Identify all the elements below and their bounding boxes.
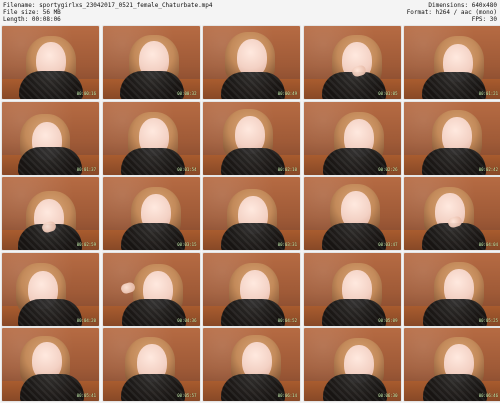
mesh-top-texture (221, 223, 285, 250)
mesh-top-texture (120, 147, 185, 175)
video-thumbnail: 00:02:59 (2, 177, 99, 250)
thumbnail-timestamp: 00:03:15 (177, 242, 197, 247)
video-thumbnail: 00:00:32 (102, 26, 200, 99)
video-thumbnail: 00:05:25 (404, 252, 500, 326)
video-thumbnail: 00:01:54 (102, 101, 200, 175)
video-thumbnail: 00:05:41 (2, 328, 99, 401)
mesh-top-texture (321, 223, 386, 250)
video-thumbnail: 00:02:42 (404, 101, 500, 175)
mesh-top-texture (119, 71, 184, 99)
video-thumbnail: 00:02:10 (203, 101, 300, 175)
thumbnail-timestamp: 00:04:52 (277, 317, 297, 323)
thumbnail-timestamp: 00:05:57 (177, 393, 197, 398)
filename-line: Filename: sportygirlxs_23042017_0521_fem… (3, 2, 213, 9)
thumbnail-timestamp: 00:03:31 (277, 242, 297, 247)
mesh-top-texture (221, 72, 285, 99)
video-thumbnail: 00:03:47 (303, 177, 401, 250)
mesh-top-texture (322, 147, 387, 175)
mesh-top-texture (322, 374, 387, 401)
mesh-top-texture (221, 374, 285, 401)
video-thumbnail: 00:05:09 (303, 252, 401, 326)
mesh-top-texture (18, 146, 82, 175)
metadata-header: Filename: sportygirlxs_23042017_0521_fem… (0, 0, 500, 26)
thumbnail-timestamp: 00:02:42 (478, 166, 498, 172)
mesh-top-texture (20, 374, 84, 401)
video-thumbnail: 00:00:49 (203, 26, 300, 99)
mesh-top-texture (422, 147, 486, 175)
thumbnail-timestamp: 00:06:14 (277, 393, 297, 398)
dimensions-line: Dimensions: 640x480 (428, 2, 497, 9)
thumbnail-timestamp: 00:01:21 (478, 91, 498, 96)
video-thumbnail: 00:04:04 (404, 177, 500, 250)
video-thumbnail: 00:01:21 (404, 26, 500, 99)
thumbnail-timestamp: 00:01:37 (76, 166, 96, 172)
video-thumbnail: 00:03:15 (102, 177, 200, 250)
mesh-top-texture (321, 72, 386, 99)
thumbnail-timestamp: 00:02:10 (277, 166, 297, 172)
video-thumbnail: 00:06:30 (303, 328, 401, 401)
thumbnail-timestamp: 00:05:25 (478, 317, 498, 323)
thumbnail-timestamp: 00:03:47 (378, 242, 398, 247)
file-info-right: Dimensions: 640x480 Format: h264 / aac (… (407, 2, 497, 23)
mesh-top-texture (423, 298, 487, 326)
thumbnail-timestamp: 00:00:49 (277, 91, 297, 96)
thumbnail-timestamp: 00:01:05 (378, 91, 398, 96)
mesh-top-texture (423, 374, 487, 401)
mesh-top-texture (120, 374, 185, 401)
video-thumbnail: 00:02:26 (303, 101, 401, 175)
video-thumbnail: 00:06:14 (203, 328, 300, 401)
mesh-top-texture (19, 71, 83, 99)
thumbnail-timestamp: 00:05:09 (378, 317, 398, 323)
video-thumbnail: 00:04:52 (203, 252, 300, 326)
length-line: Length: 00:08:06 (3, 16, 61, 23)
thumbnail-timestamp: 00:04:20 (76, 317, 96, 323)
mesh-top-texture (18, 298, 82, 326)
video-thumbnail: 00:00:16 (2, 26, 99, 99)
mesh-top-texture (221, 298, 285, 326)
video-thumbnail: 00:04:36 (102, 252, 200, 326)
thumbnail-grid: 00:00:16 00:00:32 00:00:49 00:01:05 00:01:21… (2, 26, 500, 401)
video-thumbnail: 00:03:31 (203, 177, 300, 250)
thumbnail-timestamp: 00:04:36 (177, 317, 197, 323)
thumbnail-timestamp: 00:05:41 (76, 393, 96, 398)
thumbnail-timestamp: 00:06:46 (478, 393, 498, 398)
video-thumbnail: 00:01:05 (303, 26, 401, 99)
mesh-top-texture (121, 298, 186, 326)
video-thumbnail: 00:05:57 (102, 328, 200, 401)
thumbnail-timestamp: 00:00:32 (177, 91, 197, 96)
video-thumbnail: 00:06:46 (404, 328, 500, 401)
filesize-line: File size: 56 MB (3, 9, 61, 16)
thumbnail-timestamp: 00:02:59 (76, 242, 96, 247)
thumbnail-timestamp: 00:04:04 (478, 242, 498, 247)
video-thumbnail: 00:04:20 (2, 252, 99, 326)
thumbnail-timestamp: 00:01:54 (177, 166, 197, 172)
mesh-top-texture (321, 298, 386, 326)
mesh-top-texture (422, 72, 486, 99)
fps-line: FPS: 30 (471, 16, 497, 23)
thumbnail-timestamp: 00:06:30 (378, 393, 398, 398)
file-info-left: Filename: sportygirlxs_23042017_0521_fem… (3, 2, 213, 23)
thumbnail-timestamp: 00:00:16 (76, 91, 96, 96)
video-thumbnail: 00:01:37 (2, 101, 99, 175)
mesh-top-texture (120, 223, 185, 250)
thumbnail-timestamp: 00:02:26 (378, 166, 398, 172)
mesh-top-texture (221, 147, 285, 175)
format-line: Format: h264 / aac (mono) (406, 9, 497, 16)
